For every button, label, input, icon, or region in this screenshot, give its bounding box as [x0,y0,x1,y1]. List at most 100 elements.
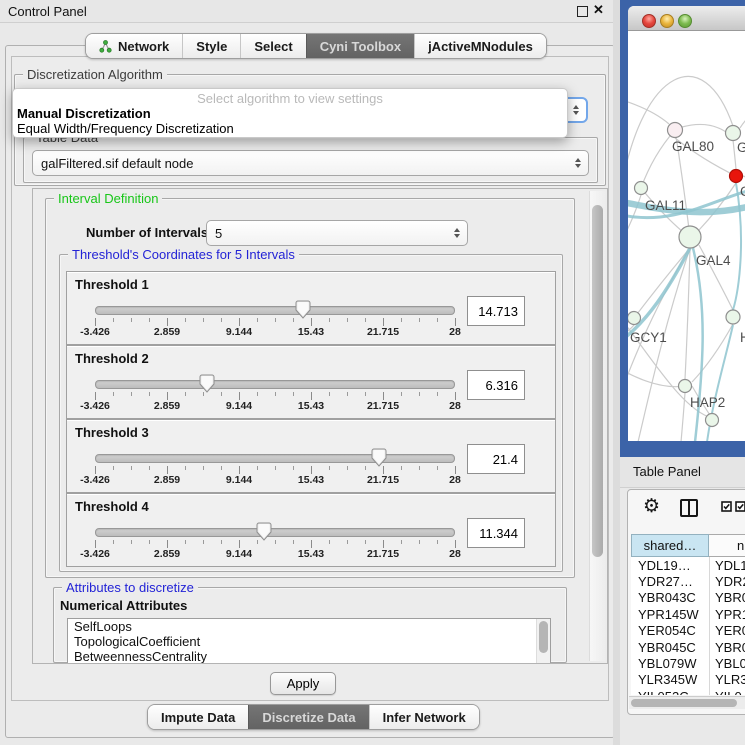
checked-box-icon[interactable] [721,501,732,512]
table-row[interactable]: YBR045CYBR0 [631,639,745,655]
table-row[interactable]: YBR043CYBR0 [631,590,745,606]
option-equal-width-frequency[interactable]: Equal Width/Frequency Discretization [17,121,234,136]
tick-mark [347,540,348,544]
network-node-partial-h[interactable] [726,310,740,324]
cell[interactable]: YBR043C [631,590,709,605]
table-row[interactable]: YDR27…YDR2 [631,573,745,589]
threshold-3-value-field[interactable] [467,444,525,474]
network-node-gcy1[interactable] [628,312,641,325]
table-row[interactable]: YPR145WYPR1 [631,606,745,622]
thresholds-group-title: Threshold's Coordinates for 5 Intervals [68,247,299,262]
network-view-frame: GAL80 G C GAL11 GAL4 GCY1 H HAP2 [620,0,745,457]
settings-scrollbar[interactable] [589,191,605,661]
table-horizontal-scrollbar[interactable] [629,696,745,709]
tick-mark [221,392,222,396]
table-row[interactable]: YLR345WYLR3 [631,672,745,688]
cell[interactable]: YBR0 [709,640,745,655]
tab-style[interactable]: Style [182,34,240,58]
list-item[interactable]: TopologicalCoefficient [68,634,550,649]
cell[interactable]: YLR3 [709,672,745,687]
cell[interactable]: YBL0 [709,656,745,671]
list-scrollbar[interactable] [536,619,550,663]
cell[interactable]: YBR045C [631,640,709,655]
cell[interactable]: YDL1 [709,558,745,573]
table-panel-title: Table Panel [633,464,701,479]
settings-scroll-panel: Interval Definition Number of Intervals … [32,188,608,664]
cell[interactable]: YPR145W [631,607,709,622]
scale-tick-label: 21.715 [367,474,399,486]
slider-track[interactable] [95,454,455,463]
network-node-hap2[interactable] [679,380,692,393]
tab-network[interactable]: Network [86,34,182,58]
minimize-traffic-light-icon[interactable] [660,14,674,28]
panel-divider[interactable] [613,0,620,745]
tab-jactivemnodules[interactable]: jActiveMNodules [414,34,546,58]
table-row[interactable]: YBL079WYBL0 [631,655,745,671]
close-icon[interactable]: ✕ [593,2,604,18]
column-header-shared-name[interactable]: shared… [631,534,709,557]
network-canvas[interactable]: GAL80 G C GAL11 GAL4 GCY1 H HAP2 [628,30,745,441]
tick-mark [293,466,294,470]
list-item[interactable]: SelfLoops [68,619,550,634]
cell[interactable]: YER0 [709,623,745,638]
network-window-titlebar[interactable] [628,6,745,31]
zoom-traffic-light-icon[interactable] [678,14,692,28]
tick-mark [185,318,186,322]
table-horizontal-scrollbar-thumb[interactable] [631,699,737,707]
tick-mark [455,318,456,326]
table-data-combobox[interactable]: galFiltered.sif default node [32,150,589,176]
cell[interactable]: YLR345W [631,672,709,687]
network-node-gal4[interactable] [679,226,701,248]
checked-box-icon[interactable] [735,501,745,512]
network-node-gal11[interactable] [635,182,648,195]
threshold-1-slider[interactable]: -3.4262.8599.14415.4321.71528 [95,306,455,338]
tick-mark [203,318,204,322]
threshold-1-value-field[interactable] [467,296,525,326]
table-row[interactable]: YIL052CYIL0 [631,688,745,695]
number-of-intervals-label: Number of Intervals [86,225,208,240]
apply-button[interactable]: Apply [270,672,336,695]
slider-track[interactable] [95,380,455,389]
split-columns-icon[interactable] [680,499,698,517]
cell[interactable]: YDR27… [631,574,709,589]
slider-track[interactable] [95,528,455,537]
threshold-4-slider[interactable]: -3.4262.8599.14415.4321.71528 [95,528,455,560]
threshold-3-slider[interactable]: -3.4262.8599.14415.4321.71528 [95,454,455,486]
cell[interactable]: YER054C [631,623,709,638]
tab-infer-network[interactable]: Infer Network [369,705,479,729]
table-row[interactable]: YDL19…YDL1 [631,557,745,573]
cell[interactable]: YIL0 [709,689,742,695]
tab-cyni-toolbox[interactable]: Cyni Toolbox [306,34,414,58]
list-item[interactable]: BetweennessCentrality [68,649,550,664]
close-traffic-light-icon[interactable] [642,14,656,28]
cell[interactable]: YDL19… [631,558,709,573]
cell[interactable]: YIL052C [631,689,709,695]
tick-mark [113,392,114,396]
list-scrollbar-thumb[interactable] [539,621,548,653]
float-window-icon[interactable] [577,6,588,17]
network-node-partial-bottom[interactable] [706,414,719,427]
cell[interactable]: YBR0 [709,590,745,605]
cell[interactable]: YBL079W [631,656,709,671]
tab-discretize-data[interactable]: Discretize Data [248,705,368,729]
tab-impute-data[interactable]: Impute Data [148,705,248,729]
option-manual-discretization[interactable]: Manual Discretization [17,106,151,121]
threshold-4-value-field[interactable] [467,518,525,548]
threshold-2-slider[interactable]: -3.4262.8599.14415.4321.71528 [95,380,455,412]
tab-select[interactable]: Select [240,34,305,58]
scale-tick-label: -3.426 [80,474,110,486]
gear-icon[interactable]: ⚙ [643,495,660,517]
slider-track[interactable] [95,306,455,315]
cell[interactable]: YDR2 [709,574,745,589]
cell[interactable]: YPR1 [709,607,745,622]
table-row[interactable]: YER054CYER0 [631,623,745,639]
network-node-partial-g[interactable] [726,126,741,141]
column-header-name[interactable]: n [709,534,745,557]
tick-mark [455,540,456,548]
threshold-3-label: Threshold 3 [75,425,149,440]
settings-scrollbar-thumb[interactable] [592,205,603,557]
threshold-2-value-field[interactable] [467,370,525,400]
network-node-red[interactable] [730,170,743,183]
network-node-gal80[interactable] [668,123,683,138]
number-of-intervals-combobox[interactable]: 5 [206,220,468,246]
